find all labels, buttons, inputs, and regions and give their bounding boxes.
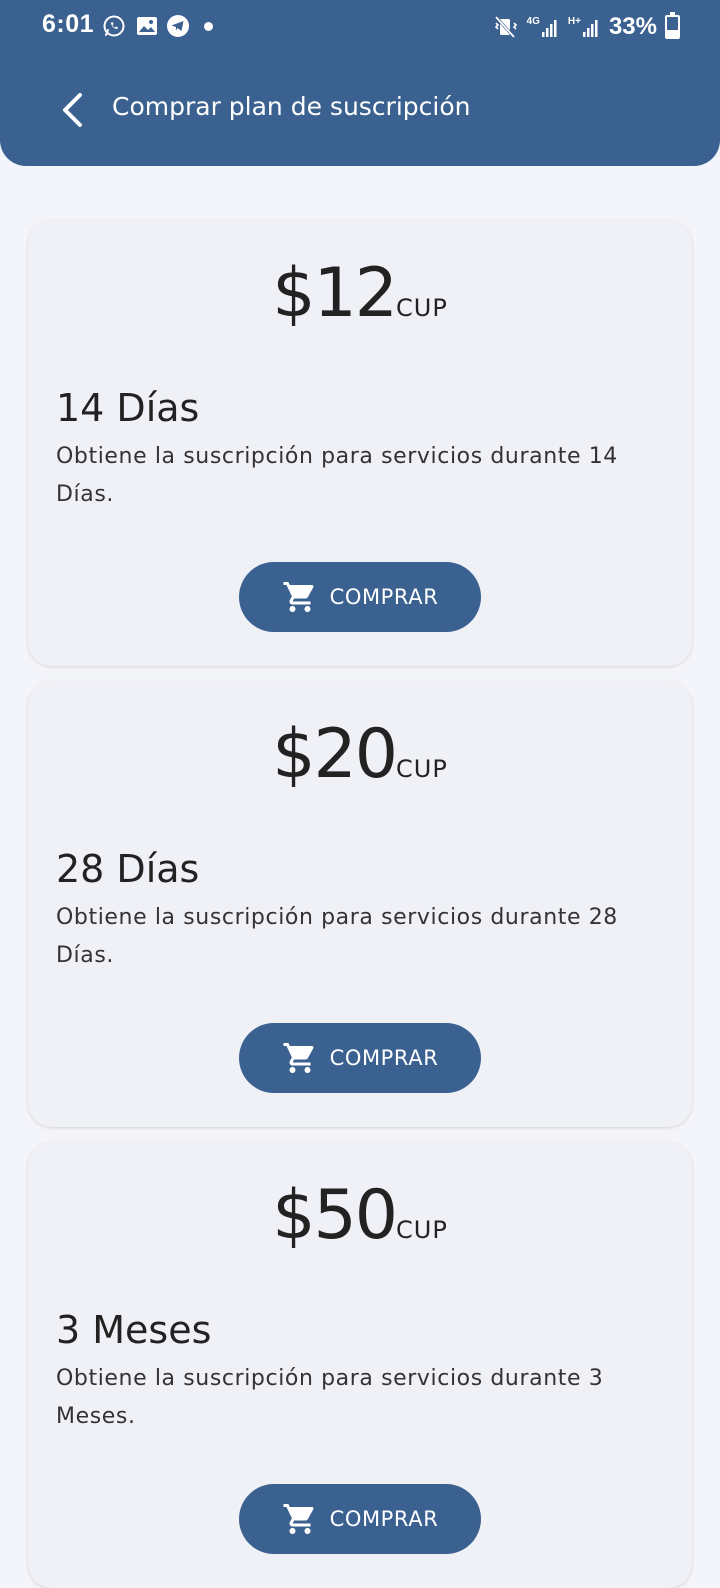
status-indicators: 4G H+ 33% <box>493 10 680 44</box>
plan-title: 28 Días <box>56 847 200 891</box>
buy-button-label: COMPRAR <box>329 1046 439 1070</box>
app-header: 6:01 4G H+ 33% Comprar plan de suscripci… <box>0 0 720 166</box>
network-label-2: H+ <box>567 16 581 27</box>
price-amount: $12 <box>272 254 398 333</box>
signal-icon <box>582 20 598 37</box>
shopping-cart-icon <box>282 1040 318 1076</box>
shopping-cart-icon <box>282 579 318 615</box>
battery-percent: 33% <box>608 13 657 40</box>
price-currency: CUP <box>396 755 448 783</box>
back-button[interactable] <box>46 82 98 138</box>
plan-description: Obtiene la suscripción para servicios du… <box>56 1366 604 1429</box>
price-currency: CUP <box>396 294 448 322</box>
telegram-icon <box>166 14 190 38</box>
battery-fill <box>667 30 678 37</box>
buy-button-label: COMPRAR <box>329 1507 439 1531</box>
status-time: 6:01 <box>42 10 95 38</box>
plan-title: 14 Días <box>56 386 200 430</box>
status-bar: 6:01 4G H+ 33% <box>0 0 720 56</box>
plan-card: $20CUP 28 Días Obtiene la suscripción pa… <box>28 681 692 1127</box>
battery-icon <box>665 12 680 39</box>
plan-title: 3 Meses <box>56 1308 212 1352</box>
price: $50CUP <box>28 1176 692 1255</box>
buy-button[interactable]: COMPRAR <box>239 1484 481 1554</box>
plan-card: $50CUP 3 Meses Obtiene la suscripción pa… <box>28 1142 692 1588</box>
network-label-1: 4G <box>526 16 540 27</box>
whatsapp-icon <box>102 14 126 38</box>
plan-description: Obtiene la suscripción para servicios du… <box>56 905 618 968</box>
buy-button[interactable]: COMPRAR <box>239 562 481 632</box>
shopping-cart-icon <box>282 1501 318 1537</box>
gallery-icon <box>135 14 159 38</box>
buy-button-label: COMPRAR <box>329 585 439 609</box>
chevron-left-icon <box>63 93 82 127</box>
notification-dot-icon <box>204 22 213 31</box>
price: $12CUP <box>28 254 692 333</box>
plan-card: $12CUP 14 Días Obtiene la suscripción pa… <box>28 220 692 666</box>
price: $20CUP <box>28 715 692 794</box>
signal-1: 4G <box>527 17 560 37</box>
price-amount: $20 <box>272 715 398 794</box>
signal-2: H+ <box>568 17 601 37</box>
mute-vibrate-icon <box>493 14 519 40</box>
buy-button[interactable]: COMPRAR <box>239 1023 481 1093</box>
price-amount: $50 <box>272 1176 398 1255</box>
signal-icon <box>541 20 557 37</box>
plan-description: Obtiene la suscripción para servicios du… <box>56 444 618 507</box>
price-currency: CUP <box>396 1216 448 1244</box>
page-title: Comprar plan de suscripción <box>112 92 471 121</box>
